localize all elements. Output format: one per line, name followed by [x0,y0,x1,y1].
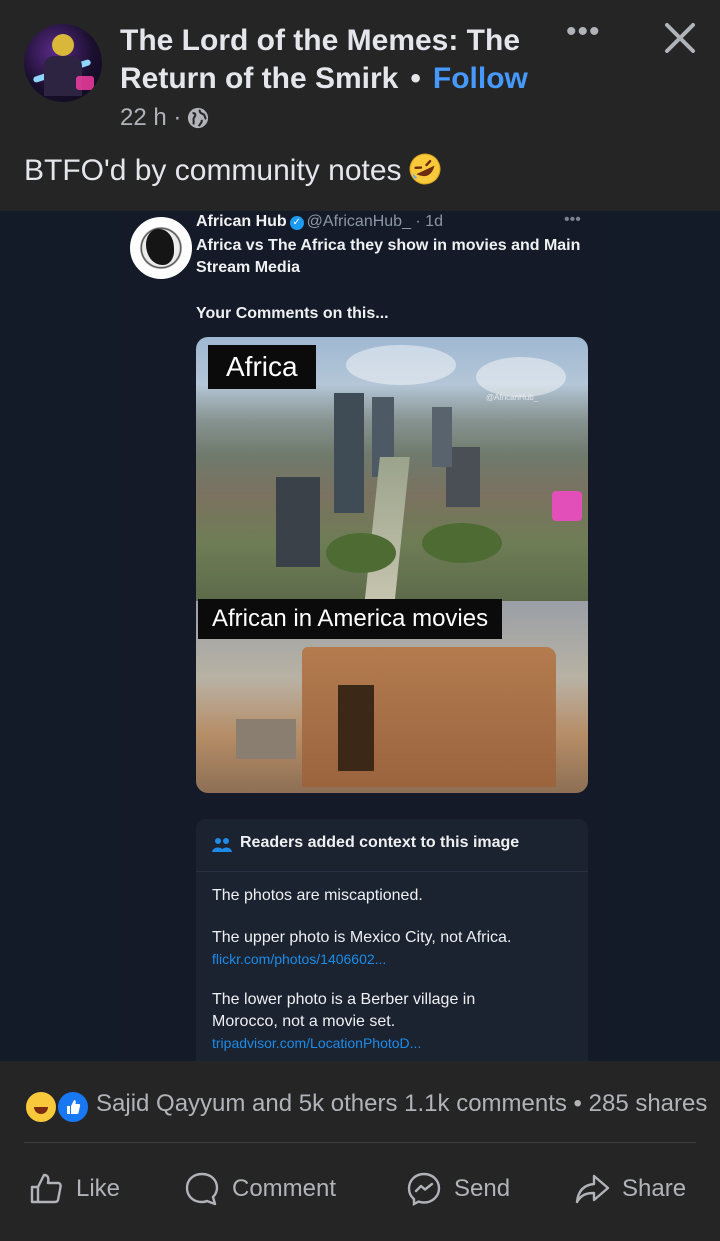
trees [422,523,502,563]
tweet-screenshot: African Hub ✓ @AfricanHub_ · 1d ••• Africa… [118,211,604,1061]
comment-icon [185,1172,219,1206]
verified-badge-icon: ✓ [289,216,304,230]
like-reaction-icon [56,1090,90,1124]
share-arrow-icon [575,1174,610,1204]
engagement-summary[interactable]: Sajid Qayyum and 5k others 1.1k comments… [96,1090,707,1118]
post-header: The Lord of the Memes: The Return of the… [0,0,720,150]
divider [24,1142,696,1143]
haha-reaction-icon [24,1090,58,1124]
people-icon [212,838,232,852]
reactions-row[interactable]: Sajid Qayyum and 5k others 1.1k comments… [0,1062,720,1144]
ruins [236,719,296,759]
note-title: Readers added context to this image [240,834,520,851]
share-label: Share [622,1175,687,1202]
community-note: Readers added context to this image The … [196,819,588,1061]
tweet-text: Africa vs The Africa they show in movies… [196,237,581,276]
page-title-block: The Lord of the Memes: The Return of the… [120,22,540,98]
trees [326,533,396,573]
share-button[interactable]: Share [574,1172,686,1206]
city-photo: Africa @AfricanHub_ [196,337,588,607]
tweet-more-icon: ••• [564,211,581,228]
send-label: Send [454,1175,511,1202]
building [334,393,364,513]
note-link-1: flickr.com/photos/1406602... [212,951,387,967]
avatar-art-glow [76,76,94,90]
tweet-subtext: Your Comments on this... [196,305,389,322]
send-button[interactable]: Send [406,1172,510,1206]
note-line-3: The lower photo is a Berber village in M… [212,991,476,1030]
page-avatar[interactable] [24,24,102,102]
post-image[interactable]: African Hub ✓ @AfricanHub_ · 1d ••• Africa… [0,211,720,1061]
post-meta: 22 h · [120,104,209,132]
title-separator: • [410,62,421,95]
cloud [476,357,566,397]
label-movies: African in America movies [198,599,503,639]
tweet-photo: Africa @AfricanHub_ African in America m… [196,337,588,793]
like-label: Like [76,1175,121,1202]
globe-icon [188,107,209,129]
comment-label: Comment [232,1175,337,1202]
post-caption: BTFO'd by community notes [24,152,442,188]
label-africa: Africa [208,345,316,389]
note-line-1: The photos are miscaptioned. [212,887,423,904]
more-options-icon[interactable]: ••• [566,17,606,52]
pink-building [552,491,582,521]
tweet-author-name: African Hub [196,213,287,230]
action-bar: Like Comment Send Share [0,1144,720,1234]
building [276,477,320,567]
messenger-icon [407,1172,441,1206]
close-icon[interactable] [660,18,700,58]
mud-door [338,685,374,771]
comment-button[interactable]: Comment [184,1172,336,1206]
tweet-author-line: African Hub ✓ @AfricanHub_ · 1d [196,213,443,231]
cloud [346,345,456,385]
avatar-art-head [52,34,74,56]
note-line-2: The upper photo is Mexico City, not Afri… [212,929,512,946]
like-button[interactable]: Like [28,1172,120,1206]
rofl-emoji-icon [409,153,441,185]
building [432,407,452,467]
note-link-2: tripadvisor.com/LocationPhotoD... [212,1035,422,1051]
thumbs-up-icon [30,1173,62,1204]
boulevard [364,457,410,607]
post-time[interactable]: 22 h · [120,104,181,132]
follow-button[interactable]: Follow [433,62,528,95]
tweet-handle: @AfricanHub_ · 1d [306,213,443,230]
caption-text: BTFO'd by community notes [24,154,402,187]
note-header: Readers added context to this image [196,819,588,872]
tweet-avatar [130,217,192,279]
photo-watermark: @AfricanHub_ [486,393,539,402]
